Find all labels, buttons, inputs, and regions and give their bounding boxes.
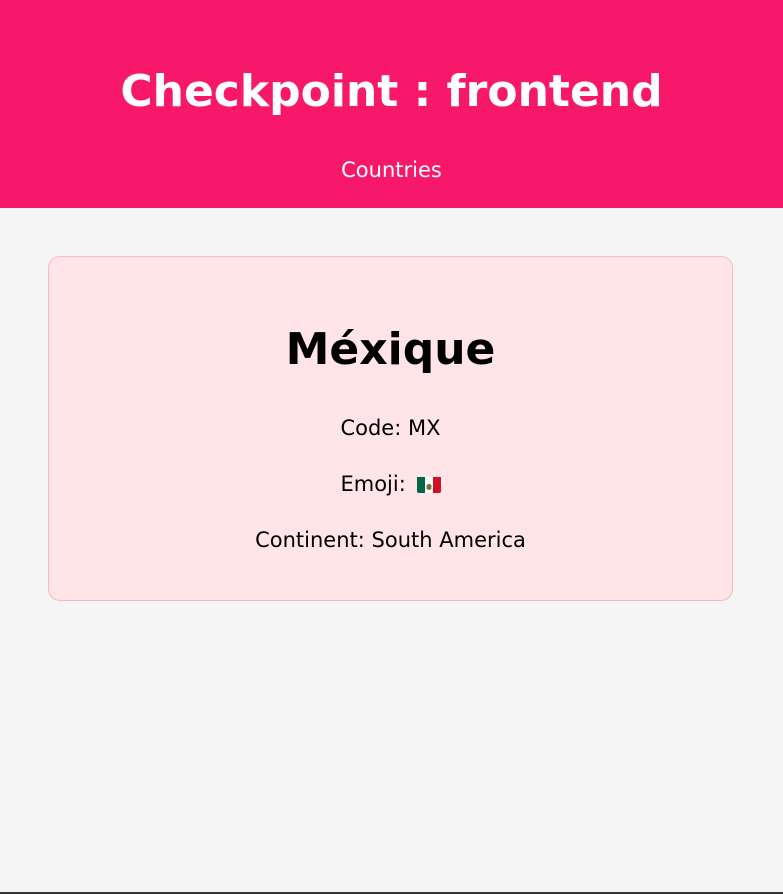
countries-link[interactable]: Countries xyxy=(0,155,783,185)
continent-label: Continent: xyxy=(255,528,365,552)
country-emoji-row: Emoji: xyxy=(49,469,732,499)
country-code-row: Code: MX xyxy=(49,413,732,443)
country-card: Méxique Code: MX Emoji: Continent: South… xyxy=(48,256,733,601)
country-name: Méxique xyxy=(285,324,496,375)
page-title: Checkpoint : frontend xyxy=(120,66,663,117)
page-header: Checkpoint : frontend Countries xyxy=(0,0,783,208)
emoji-label: Emoji: xyxy=(340,472,406,496)
continent-value: South America xyxy=(371,528,526,552)
code-label: Code: xyxy=(340,416,402,440)
mexico-flag-icon xyxy=(416,474,441,493)
country-continent-row: Continent: South America xyxy=(49,525,732,555)
code-value: MX xyxy=(408,416,441,440)
